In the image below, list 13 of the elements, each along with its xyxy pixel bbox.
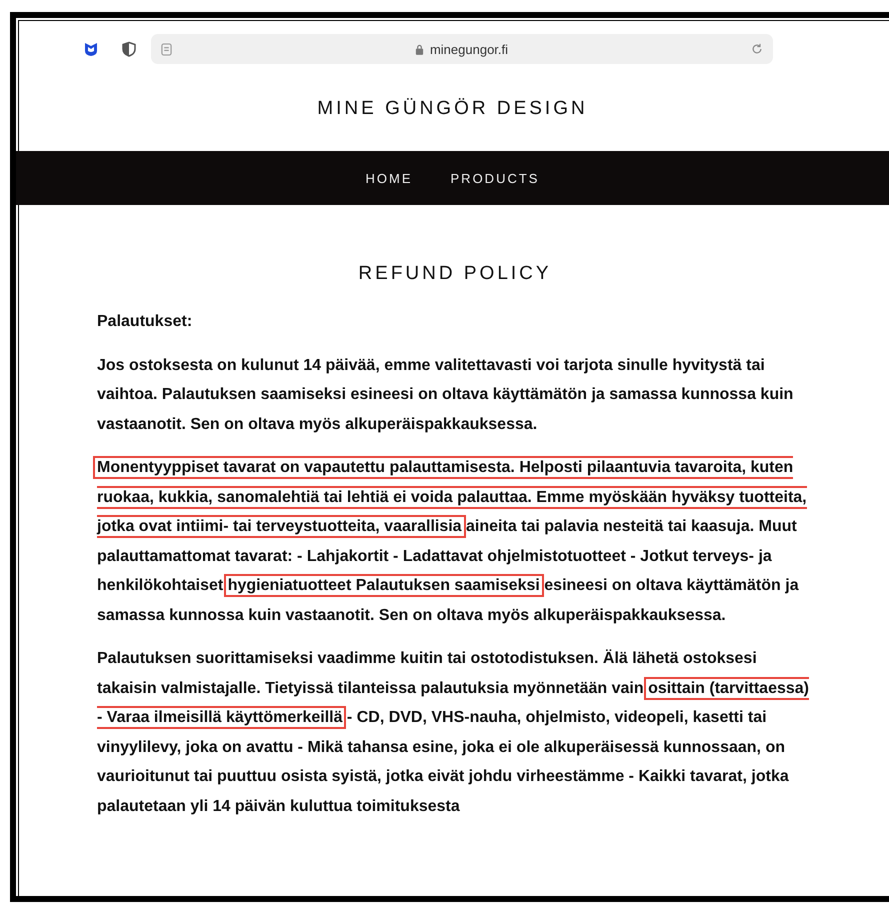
page-heading: REFUND POLICY [357,263,553,285]
shield-icon[interactable] [83,41,99,57]
url-text: minegungor.fi [430,42,508,56]
nav-link[interactable]: HOME [366,170,413,186]
paragraph: Palautuksen suorittamiseksi vaadimme kuitin tai ostotodistuksen. Älä lähetä ostoksesi takaisin valmistajalle. Tietyissä tilanteissa palautuksia myönnetään vain osittain (tarvittaessa) - Varaa ilmeisillä käyttömerkeillä - CD, DVD, VHS-nauha, ohjelmisto, videopeli, kasetti tai vinyylilevy, joka on avattu - Mikä tahansa esine, joka ei ole alkuperäisessä kunnossaan, on vaurioitunut tai puuttuu osista syistä, jotka eivät johdu virheestämme - Kaikki tavarat, jotka palautetaan yli 14 päivän kuluttua toimituksesta [97,648,810,816]
lock-icon [414,44,424,54]
nav-link[interactable]: PRODUCTS [450,170,540,186]
reload-icon[interactable] [751,43,763,55]
privacy-shield-icon[interactable] [121,41,137,57]
site-title[interactable]: MINE GÜNGÖR DESIGN [317,98,588,122]
paragraph: Palautukset: [97,312,194,332]
address-bar[interactable]: minegungor.fi [151,34,773,64]
paragraph: Jos ostoksesta on kulunut 14 päivää, emme valitettavasti voi tarjota sinulle hyvitystä tai vaihtoa. Palautuksen saamiseksi esineesi on oltava käyttämätön ja samassa kunnossa kuin vastaanotit. Sen on oltava myös alkuperäispakkauksessa. [97,356,794,434]
